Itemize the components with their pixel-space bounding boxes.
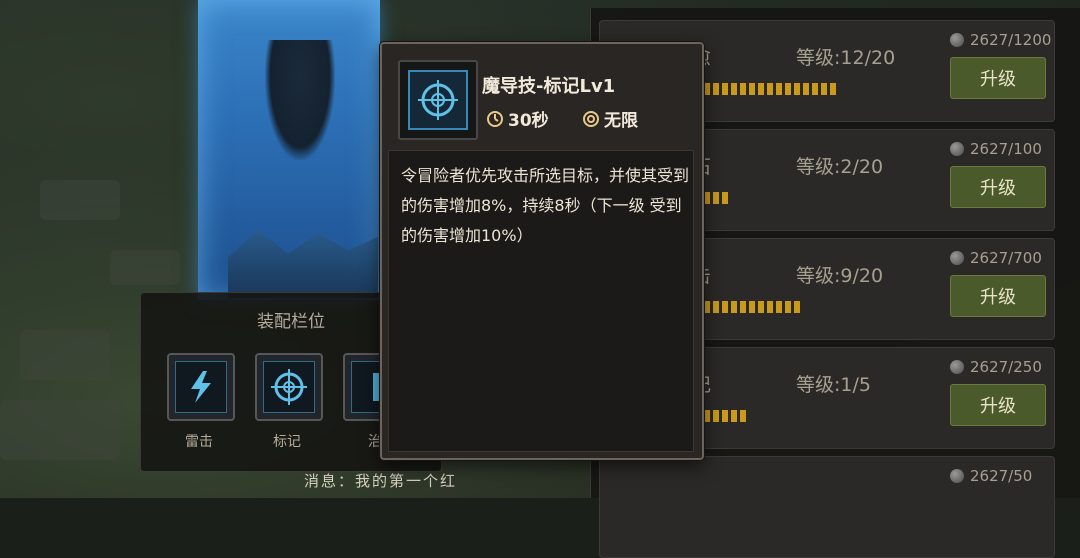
upgrade-cost: 2627/50 bbox=[950, 467, 1032, 485]
upgrade-button[interactable]: 升级 bbox=[950, 275, 1046, 317]
progress-pip bbox=[731, 410, 737, 422]
progress-pip bbox=[740, 83, 746, 95]
skill-icon-frame bbox=[398, 60, 478, 140]
progress-pip bbox=[722, 410, 728, 422]
progress-pip bbox=[713, 301, 719, 313]
upgrade-cost: 2627/1200 bbox=[950, 31, 1051, 49]
upgrade-cost: 2627/100 bbox=[950, 140, 1042, 158]
progress-pip bbox=[722, 192, 728, 204]
coin-icon bbox=[950, 469, 964, 483]
progress-pip bbox=[794, 83, 800, 95]
progress-pip bbox=[785, 83, 791, 95]
progress-pip bbox=[830, 83, 836, 95]
range-info: 无限 bbox=[582, 106, 638, 131]
progress-pip bbox=[704, 410, 710, 422]
upgrade-button[interactable]: 升级 bbox=[950, 384, 1046, 426]
coin-icon bbox=[950, 251, 964, 265]
progress-pip bbox=[713, 192, 719, 204]
skill-description-box: 令冒险者优先攻击所选目标，并使其受到的伤害增加8%，持续8秒（下一级 受到的伤害… bbox=[388, 150, 694, 452]
progress-pip bbox=[740, 410, 746, 422]
cooldown-info: 30秒 bbox=[486, 106, 549, 131]
progress-pip bbox=[722, 83, 728, 95]
skill-progress-bar bbox=[704, 83, 934, 95]
skill-row[interactable]: 2627/50 bbox=[599, 456, 1055, 558]
upgrade-cost: 2627/700 bbox=[950, 249, 1042, 267]
range-value: 无限 bbox=[604, 111, 638, 131]
crosshair-icon bbox=[418, 80, 458, 120]
progress-pip bbox=[713, 410, 719, 422]
progress-pip bbox=[758, 83, 764, 95]
progress-pip bbox=[731, 301, 737, 313]
skill-progress-bar bbox=[704, 410, 934, 422]
skill-progress-bar bbox=[704, 192, 934, 204]
progress-pip bbox=[749, 83, 755, 95]
target-range-icon bbox=[583, 110, 599, 127]
crosshair-icon bbox=[271, 369, 307, 405]
lightning-icon bbox=[191, 371, 211, 403]
progress-pip bbox=[704, 301, 710, 313]
coin-icon bbox=[950, 33, 964, 47]
progress-pip bbox=[767, 301, 773, 313]
progress-pip bbox=[749, 301, 755, 313]
progress-pip bbox=[794, 301, 800, 313]
skill-tooltip: 魔导技-标记Lv1 30秒 无限 令冒险者优先攻击所选目标，并使其受到的伤害增加… bbox=[380, 42, 704, 460]
cooldown-value: 30秒 bbox=[508, 111, 549, 131]
progress-pip bbox=[821, 83, 827, 95]
skill-level: 等级:9/20 bbox=[796, 265, 884, 287]
progress-pip bbox=[767, 83, 773, 95]
clock-icon bbox=[487, 110, 503, 127]
skill-level: 等级:2/20 bbox=[796, 156, 884, 178]
progress-pip bbox=[704, 192, 710, 204]
upgrade-button[interactable]: 升级 bbox=[950, 166, 1046, 208]
loadout-slot-1[interactable] bbox=[167, 353, 235, 421]
progress-pip bbox=[812, 83, 818, 95]
progress-pip bbox=[803, 83, 809, 95]
skill-description: 令冒险者优先攻击所选目标，并使其受到的伤害增加8%，持续8秒（下一级 受到的伤害… bbox=[401, 166, 690, 245]
loadout-slot-2-label: 标记 bbox=[273, 434, 301, 450]
skill-level: 等级:12/20 bbox=[796, 47, 896, 69]
progress-pip bbox=[713, 83, 719, 95]
coin-icon bbox=[950, 142, 964, 156]
loadout-slot-2[interactable] bbox=[255, 353, 323, 421]
progress-pip bbox=[785, 301, 791, 313]
progress-pip bbox=[776, 83, 782, 95]
progress-pip bbox=[731, 83, 737, 95]
progress-pip bbox=[704, 83, 710, 95]
hero-character[interactable] bbox=[265, 40, 335, 160]
skill-title: 魔导技-标记Lv1 bbox=[482, 76, 616, 97]
skill-level: 等级:1/5 bbox=[796, 374, 871, 396]
upgrade-button[interactable]: 升级 bbox=[950, 57, 1046, 99]
progress-pip bbox=[740, 301, 746, 313]
progress-pip bbox=[776, 301, 782, 313]
progress-pip bbox=[758, 301, 764, 313]
loadout-slot-1-label: 雷击 bbox=[185, 434, 213, 450]
upgrade-cost: 2627/250 bbox=[950, 358, 1042, 376]
progress-pip bbox=[722, 301, 728, 313]
skill-progress-bar bbox=[704, 301, 934, 313]
coin-icon bbox=[950, 360, 964, 374]
chat-message: 消息：我的第一个红 bbox=[304, 472, 458, 490]
